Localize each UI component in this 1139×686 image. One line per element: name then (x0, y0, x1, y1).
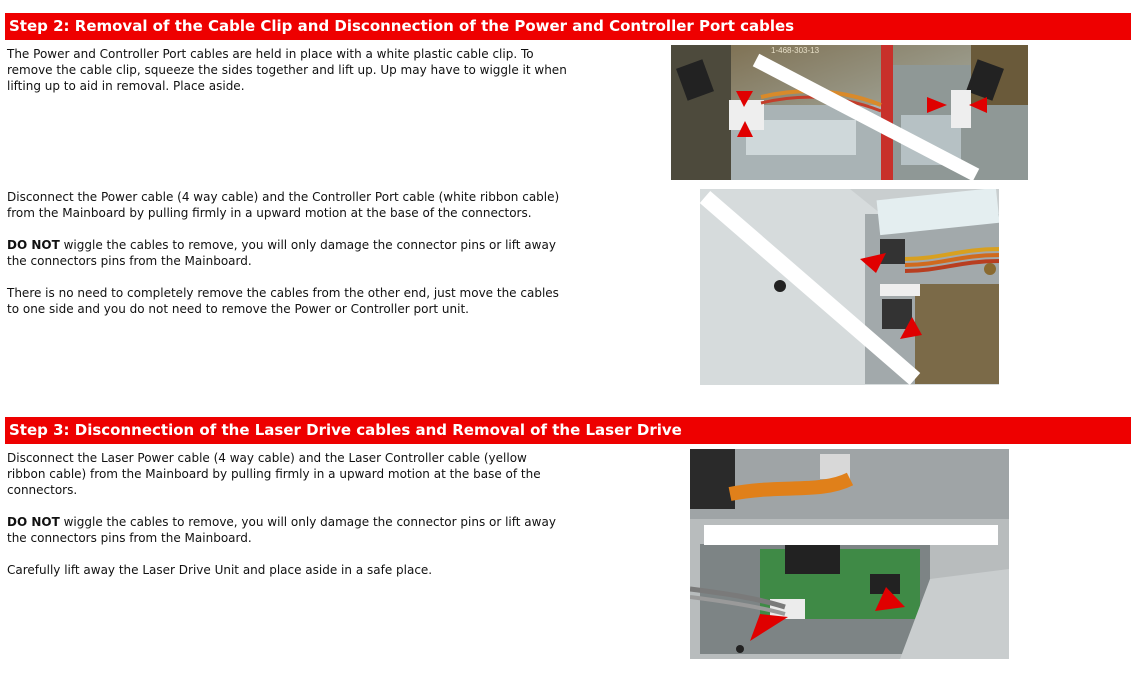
step2-header: Step 2: Removal of the Cable Clip and Di… (5, 13, 1131, 40)
step3-para-warning: DO NOT wiggle the cables to remove, you … (7, 514, 567, 546)
step2-para-clip: The Power and Controller Port cables are… (7, 47, 567, 93)
step2-para-note: There is no need to completely remove th… (7, 286, 559, 316)
step3-header: Step 3: Disconnection of the Laser Drive… (5, 417, 1131, 444)
step2-text-disconnect: Disconnect the Power cable (4 way cable)… (7, 189, 567, 333)
warning-bold: DO NOT (7, 515, 60, 529)
warning-bold: DO NOT (7, 238, 60, 252)
photo1-board-label: 1-468-303-13 (771, 46, 820, 55)
step3-para-lift: Carefully lift away the Laser Drive Unit… (7, 563, 433, 577)
warning-rest: wiggle the cables to remove, you will on… (7, 515, 556, 545)
photo-connectors (700, 189, 999, 385)
step3-text: Disconnect the Laser Power cable (4 way … (7, 450, 567, 594)
step3-para-disconnect: Disconnect the Laser Power cable (4 way … (7, 451, 541, 497)
warning-rest: wiggle the cables to remove, you will on… (7, 238, 556, 268)
step2-para-disconnect: Disconnect the Power cable (4 way cable)… (7, 190, 560, 220)
step2-text-clip: The Power and Controller Port cables are… (7, 46, 572, 110)
step2-para-warning: DO NOT wiggle the cables to remove, you … (7, 237, 567, 269)
photo-laser-drive (690, 449, 1009, 659)
photo-cable-clip: 1-468-303-13 (671, 45, 1028, 180)
